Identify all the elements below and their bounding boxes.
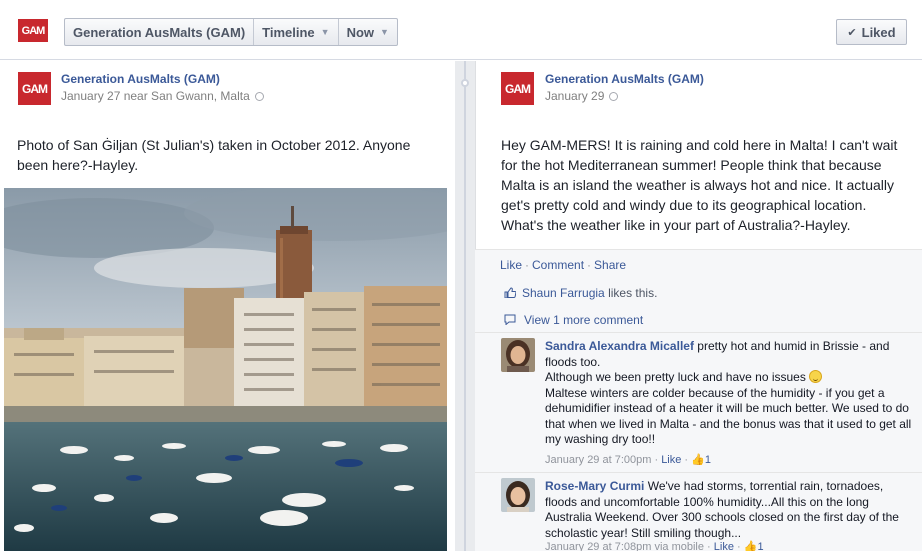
post-actions: Like · Comment · Share [500,258,626,272]
chevron-down-icon: ▼ [320,27,330,37]
now-dropdown-label: Now [346,24,375,40]
post-meta: January 27 near San Gwann, Malta [61,89,264,103]
liked-button-label: Liked [861,24,896,40]
comment-time[interactable]: January 29 at 7:08pm via mobile [545,541,704,551]
timeline-spine [455,61,475,551]
post-meta: January 29 [545,89,619,103]
avatar[interactable] [501,478,535,512]
commenter-name[interactable]: Sandra Alexandra Micallef [545,339,694,353]
likes-suffix: likes this. [608,286,658,300]
timeline-top-bar: GAM Generation AusMalts (GAM) Timeline ▼ … [0,0,922,60]
post-meta-text[interactable]: January 27 near San Gwann, Malta [61,89,250,103]
liker-name[interactable]: Shaun Farrugia [522,286,605,300]
post-photo[interactable] [4,188,447,551]
comment-text: Although we been pretty luck and have no… [545,370,806,384]
likes-summary: Shaun Farrugia likes this. [522,286,657,300]
separator: · [587,258,592,272]
like-link[interactable]: Like [500,258,522,272]
globe-icon [254,92,264,101]
poster-name[interactable]: Generation AusMalts (GAM) [545,72,704,86]
comment-meta: January 29 at 7:00pm · Like · 👍1 [545,454,711,466]
thumbs-up-icon: 👍 [743,541,758,551]
breadcrumb: Generation AusMalts (GAM) Timeline ▼ Now ▼ [64,18,398,46]
comment-text: Maltese winters are colder because of th… [545,385,912,447]
view-more-comments[interactable]: View 1 more comment [524,313,643,327]
avatar[interactable] [501,338,535,372]
comment-like-count[interactable]: 1 [757,541,763,551]
thumbs-up-icon [504,287,516,298]
post-meta-text[interactable]: January 29 [545,89,604,103]
share-link[interactable]: Share [594,258,626,272]
post-text: Photo of San Ġiljan (St Julian's) taken … [17,137,411,173]
breadcrumb-page-name[interactable]: Generation AusMalts (GAM) [65,19,255,45]
separator: · [525,258,530,272]
poster-avatar[interactable]: GAM [501,72,534,105]
timeline-dropdown[interactable]: Timeline ▼ [254,19,339,45]
thumbs-up-icon: 👍 [691,454,705,466]
comment-time[interactable]: January 29 at 7:00pm [545,454,651,466]
comment-like-count[interactable]: 1 [705,454,711,466]
poster-avatar[interactable]: GAM [18,72,51,105]
post-text: Hey GAM-MERS! It is raining and cold her… [501,137,898,233]
checkmark-icon: ✔ [847,26,857,39]
gam-logo[interactable]: GAM [18,19,48,42]
globe-icon [609,92,619,101]
comment-body: Rose-Mary Curmi We've had storms, torren… [545,479,917,541]
chevron-down-icon: ▼ [380,27,389,37]
commenter-name[interactable]: Rose-Mary Curmi [545,479,644,493]
spine-line [464,61,466,551]
comment-body: Sandra Alexandra Micallef pretty hot and… [545,339,917,448]
spine-dot [461,79,469,87]
harbour-photo-icon [4,188,447,551]
liked-button[interactable]: ✔ Liked [836,19,907,45]
timeline-dropdown-label: Timeline [262,24,315,40]
poster-name[interactable]: Generation AusMalts (GAM) [61,72,220,86]
comment-link[interactable]: Comment [532,258,584,272]
comment-icon [504,314,516,325]
comment-like-link[interactable]: Like [714,541,734,551]
comment-meta: January 29 at 7:08pm via mobile · Like ·… [545,541,764,551]
user-avatar-icon [501,338,535,372]
now-dropdown[interactable]: Now ▼ [339,19,397,45]
comment-like-link[interactable]: Like [661,454,681,466]
user-avatar-icon [501,478,535,512]
smiley-icon [809,370,823,383]
breadcrumb-page-label: Generation AusMalts (GAM) [73,24,246,40]
